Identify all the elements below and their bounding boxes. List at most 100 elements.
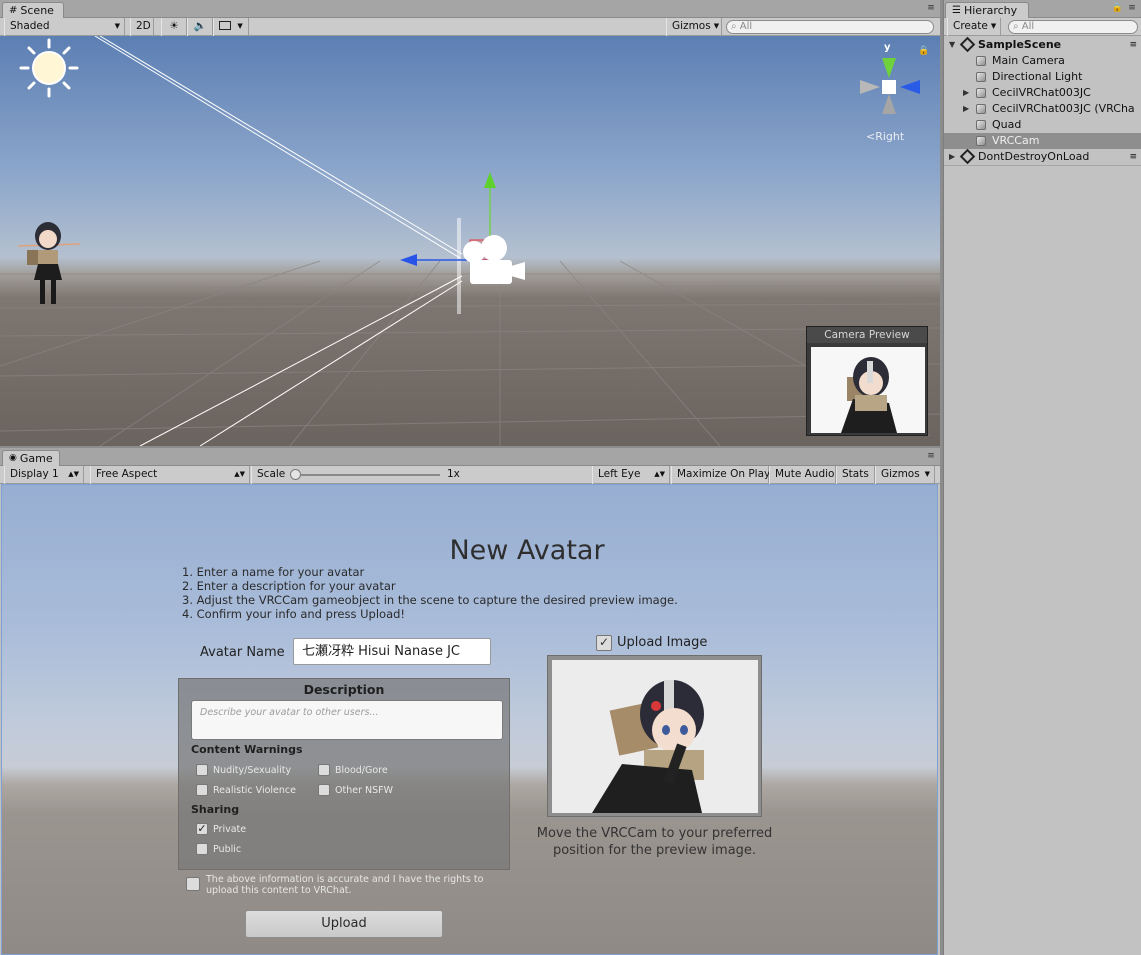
panel-splitter[interactable]	[0, 446, 940, 448]
gamepad-icon: ◉	[9, 453, 17, 463]
game-tabbar: ◉ Game ≡	[0, 448, 940, 466]
sharing-label: Sharing	[191, 803, 240, 816]
orientation-gizmo[interactable]	[860, 58, 920, 114]
chevron-down-icon: ▼	[924, 470, 930, 478]
orientation-label[interactable]: <Right	[866, 130, 904, 143]
scene-search-input[interactable]: ⌕ All	[726, 20, 934, 34]
panel-menu-icon[interactable]: ≡	[926, 4, 936, 14]
dont-destroy-label: DontDestroyOnLoad	[978, 150, 1090, 163]
avatar-name-input[interactable]: 七瀬冴粋 Hisui Nanase JC	[293, 638, 491, 665]
gameobject-icon	[976, 104, 986, 114]
gizmos-label: Gizmos	[672, 20, 711, 32]
fold-closed-icon[interactable]: ▶	[949, 149, 955, 165]
list-icon: ☰	[952, 5, 961, 16]
mute-audio-toggle[interactable]: Mute Audio	[769, 466, 836, 484]
row-menu-icon[interactable]: ≡	[1129, 149, 1137, 165]
aspect-dropdown[interactable]: Free Aspect ▲▼	[90, 466, 250, 484]
gizmos-dropdown[interactable]: Gizmos ▼	[666, 18, 722, 36]
panel-splitter[interactable]	[940, 0, 943, 955]
other-nsfw-checkbox[interactable]	[318, 784, 330, 796]
hierarchy-item-label: Directional Light	[992, 70, 1083, 83]
chevron-down-icon: ▲▼	[234, 470, 245, 478]
game-gizmos-label: Gizmos	[881, 468, 920, 480]
eye-dropdown[interactable]: Left Eye ▲▼	[592, 466, 670, 484]
hierarchy-item[interactable]: Directional Light	[944, 69, 1141, 85]
create-dropdown[interactable]: Create ▼	[947, 18, 1001, 36]
unity-scene-icon	[959, 148, 976, 165]
effects-dropdown[interactable]: ▼	[213, 18, 249, 36]
game-toolbar: Display 1 ▲▼ Free Aspect ▲▼ Scale 1x Lef…	[0, 466, 940, 484]
stats-toggle[interactable]: Stats	[836, 466, 875, 484]
scale-control: Scale 1x	[251, 466, 591, 484]
tab-game[interactable]: ◉ Game	[2, 450, 60, 466]
hierarchy-item[interactable]: ▶ CecilVRChat003JC	[944, 85, 1141, 101]
dont-destroy-row[interactable]: ▶ DontDestroyOnLoad ≡	[944, 148, 1141, 165]
instruction-line: 3. Adjust the VRCCam gameobject in the s…	[182, 593, 678, 607]
shading-mode-dropdown[interactable]: Shaded ▼	[4, 18, 125, 36]
row-menu-icon[interactable]: ≡	[1129, 37, 1137, 53]
camera-icon[interactable]	[463, 235, 525, 284]
realistic-violence-checkbox[interactable]	[196, 784, 208, 796]
directional-light-icon[interactable]	[19, 38, 79, 98]
mode-2d-button[interactable]: 2D	[130, 18, 154, 36]
lock-icon[interactable]: 🔒	[1112, 3, 1123, 13]
scale-value: 1x	[447, 468, 460, 480]
realistic-violence-label: Realistic Violence	[213, 785, 296, 796]
search-icon: ⌕	[1013, 21, 1019, 32]
scale-slider-handle[interactable]	[290, 469, 301, 480]
lock-icon[interactable]: 🔒	[918, 46, 929, 56]
chevron-down-icon: ▼	[990, 22, 997, 30]
fold-closed-icon[interactable]: ▶	[963, 101, 969, 117]
camera-preview-title: Camera Preview	[807, 327, 927, 343]
blood-gore-checkbox[interactable]	[318, 764, 330, 776]
camera-frustum	[94, 36, 463, 446]
public-radio[interactable]	[196, 843, 208, 855]
game-gizmos-dropdown[interactable]: Gizmos ▼	[875, 466, 935, 484]
fold-closed-icon[interactable]: ▶	[963, 85, 969, 101]
gameobject-icon	[976, 88, 986, 98]
search-icon: ⌕	[731, 21, 737, 32]
hierarchy-search-input[interactable]: ⌕ All	[1008, 20, 1138, 34]
floor-grid	[0, 260, 940, 446]
display-label: Display 1	[10, 468, 59, 480]
upload-button[interactable]: Upload	[245, 910, 443, 938]
scale-label: Scale	[257, 468, 286, 480]
hierarchy-item-selected[interactable]: VRCCam	[944, 133, 1141, 149]
tab-scene-label: Scene	[20, 4, 54, 17]
hierarchy-item-label: CecilVRChat003JC (VRCha	[992, 102, 1135, 115]
lighting-toggle[interactable]: ☀	[161, 18, 187, 36]
scene-search-placeholder: All	[739, 21, 753, 32]
scene-name: SampleScene	[978, 38, 1062, 51]
hierarchy-item[interactable]: ▶ CecilVRChat003JC (VRCha	[944, 101, 1141, 117]
panel-menu-icon[interactable]: ≡	[1127, 4, 1137, 14]
instruction-line: 4. Confirm your info and press Upload!	[182, 607, 406, 621]
create-label: Create	[953, 20, 988, 32]
avatar-figure[interactable]	[17, 222, 81, 304]
tab-hierarchy[interactable]: ☰ Hierarchy	[945, 2, 1029, 18]
scene-viewport[interactable]: y 🔒 <Right	[0, 36, 940, 446]
upload-image-checkbox[interactable]: ✓	[596, 635, 612, 651]
nudity-checkbox[interactable]	[196, 764, 208, 776]
speaker-icon: 🔈	[193, 20, 207, 32]
accept-terms-checkbox[interactable]	[186, 877, 200, 891]
page-title: New Avatar	[449, 535, 605, 566]
gameobject-icon	[976, 56, 986, 66]
maximize-on-play-toggle[interactable]: Maximize On Play	[671, 466, 770, 484]
instruction-line: 1. Enter a name for your avatar	[182, 565, 365, 579]
description-input[interactable]: Describe your avatar to other users...	[191, 700, 503, 740]
private-radio[interactable]: ✓	[196, 823, 208, 835]
audio-toggle[interactable]: 🔈	[187, 18, 213, 36]
fold-open-icon[interactable]: ▼	[949, 37, 955, 53]
panel-menu-icon[interactable]: ≡	[926, 452, 936, 462]
image-icon	[219, 21, 231, 30]
scale-slider-track[interactable]	[292, 474, 440, 476]
preview-image-frame	[547, 655, 762, 817]
hierarchy-item[interactable]: Main Camera	[944, 53, 1141, 69]
public-label: Public	[213, 844, 242, 855]
tab-scene[interactable]: # Scene	[2, 2, 64, 18]
scene-row[interactable]: ▼ SampleScene ≡	[944, 36, 1141, 53]
divider	[944, 165, 1141, 166]
display-dropdown[interactable]: Display 1 ▲▼	[4, 466, 84, 484]
hierarchy-item[interactable]: Quad	[944, 117, 1141, 133]
chevron-down-icon: ▼	[237, 22, 243, 30]
